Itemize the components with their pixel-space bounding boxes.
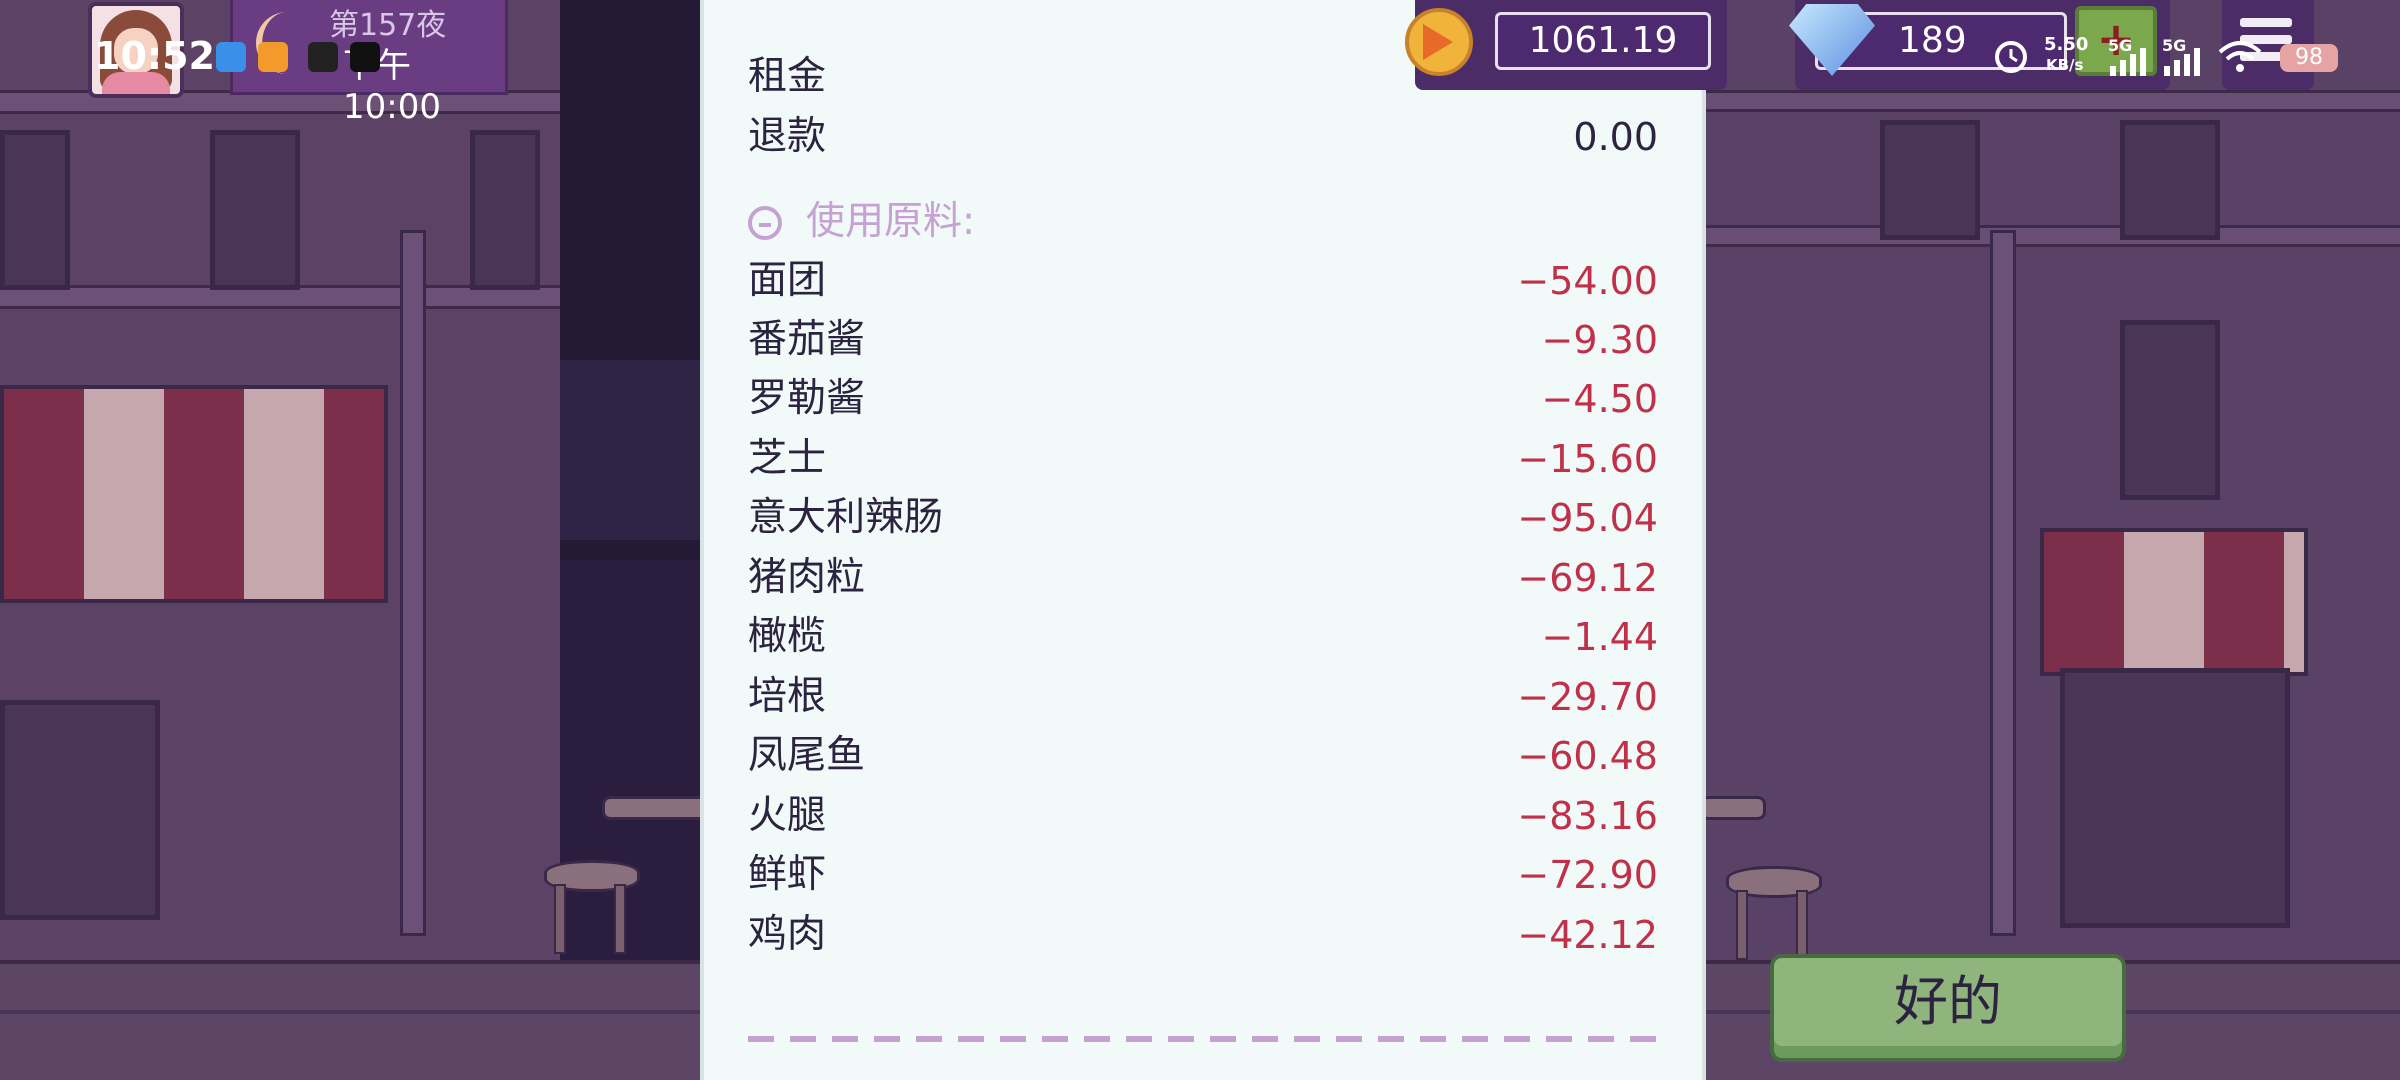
ingredient-row: 火腿 −83.16 — [748, 787, 1658, 845]
building-window — [1880, 120, 1980, 240]
ingredient-row: 猪肉粒 −69.12 — [748, 549, 1658, 607]
ingredient-row: 芝士 −15.60 — [748, 430, 1658, 488]
right-building — [1700, 0, 2400, 960]
ingredient-row: 鸡肉 −42.12 — [748, 906, 1658, 964]
building-window — [470, 130, 540, 290]
app-notification-icon — [308, 42, 338, 72]
ok-button[interactable]: 好的 — [1770, 954, 2126, 1062]
shop-window — [2060, 668, 2290, 928]
building-pillar — [400, 230, 426, 936]
ingredient-row: 培根 −29.70 — [748, 668, 1658, 726]
coin-balance-panel: 1061.19 — [1405, 0, 1727, 90]
ingredient-name: 芝士 — [748, 436, 827, 481]
ingredient-cost: −9.30 — [1541, 318, 1658, 362]
row-label: 退款 — [748, 114, 827, 159]
ingredient-cost: −42.12 — [1517, 913, 1658, 957]
alarm-icon — [1995, 41, 2027, 73]
ingredients-section-header[interactable]: 使用原料: — [748, 192, 1348, 252]
building-window — [210, 130, 300, 290]
ingredient-name: 面团 — [748, 258, 827, 303]
coin-icon — [1405, 8, 1473, 76]
striped-awning — [2040, 528, 2308, 676]
building-window — [2120, 120, 2220, 240]
building-window — [0, 130, 70, 290]
section-title: 使用原料: — [806, 199, 976, 244]
cafe-table — [602, 796, 708, 820]
app-notification-icon — [216, 42, 246, 72]
building-window — [2120, 320, 2220, 500]
ingredient-name: 橄榄 — [748, 614, 827, 659]
receipt-row-refund: 退款 0.00 — [748, 108, 1658, 166]
left-building — [0, 0, 560, 960]
coin-amount: 1061.19 — [1495, 12, 1711, 70]
status-bar-time: 10:52 — [94, 34, 215, 78]
cafe-table — [1700, 796, 1766, 820]
ingredient-cost: −54.00 — [1517, 259, 1658, 303]
ingredient-cost: −1.44 — [1541, 615, 1658, 659]
ingredient-name: 培根 — [748, 674, 827, 719]
ingredient-name: 番茄酱 — [748, 317, 866, 362]
ingredient-cost: −60.48 — [1517, 734, 1658, 778]
striped-awning — [0, 385, 388, 603]
ingredient-row: 橄榄 −1.44 — [748, 608, 1658, 666]
ingredient-name: 罗勒酱 — [748, 376, 866, 421]
tiktok-icon — [350, 42, 380, 72]
collapse-minus-icon[interactable] — [748, 206, 782, 240]
receipt-panel[interactable]: 租金 退款 0.00 使用原料: 面团 −54.00 番茄酱 −9.30 罗勒酱… — [700, 0, 1706, 1080]
ingredient-cost: −95.04 — [1517, 496, 1658, 540]
ingredient-row: 意大利辣肠 −95.04 — [748, 489, 1658, 547]
ingredient-cost: −72.90 — [1517, 853, 1658, 897]
ingredient-name: 凤尾鱼 — [748, 733, 866, 778]
building-ledge — [1700, 90, 2400, 112]
wifi-icon — [2218, 41, 2262, 72]
shop-window — [0, 700, 160, 920]
ingredient-row: 罗勒酱 −4.50 — [748, 370, 1658, 428]
ingredient-row: 面团 −54.00 — [748, 252, 1658, 310]
dashed-divider — [748, 1036, 1658, 1042]
ingredient-row: 番茄酱 −9.30 — [748, 311, 1658, 369]
ingredient-cost: −29.70 — [1517, 675, 1658, 719]
app-notification-icon — [258, 42, 288, 72]
network-speed: 5.50 — [2044, 34, 2089, 55]
signal-icon — [2110, 48, 2146, 76]
ingredient-row: 鲜虾 −72.90 — [748, 846, 1658, 904]
row-label: 租金 — [748, 54, 827, 99]
building-ledge — [1700, 225, 2400, 247]
stool — [1726, 866, 1822, 960]
ingredient-cost: −83.16 — [1517, 794, 1658, 838]
signal-icon — [2164, 48, 2200, 76]
ingredient-cost: −69.12 — [1517, 556, 1658, 600]
battery-indicator: 98 — [2280, 44, 2338, 72]
row-value: 0.00 — [1573, 115, 1658, 159]
stool — [544, 860, 640, 954]
ingredient-name: 火腿 — [748, 793, 827, 838]
ingredient-cost: −4.50 — [1541, 377, 1658, 421]
ingredient-name: 鸡肉 — [748, 912, 827, 957]
ingredient-name: 猪肉粒 — [748, 555, 866, 600]
ingredient-row: 凤尾鱼 −60.48 — [748, 727, 1658, 785]
ingredient-name: 鲜虾 — [748, 852, 827, 897]
ingredient-cost: −15.60 — [1517, 437, 1658, 481]
network-speed-unit: KB/s — [2046, 56, 2084, 74]
ingredient-name: 意大利辣肠 — [748, 495, 944, 540]
building-pillar — [1990, 230, 2016, 936]
